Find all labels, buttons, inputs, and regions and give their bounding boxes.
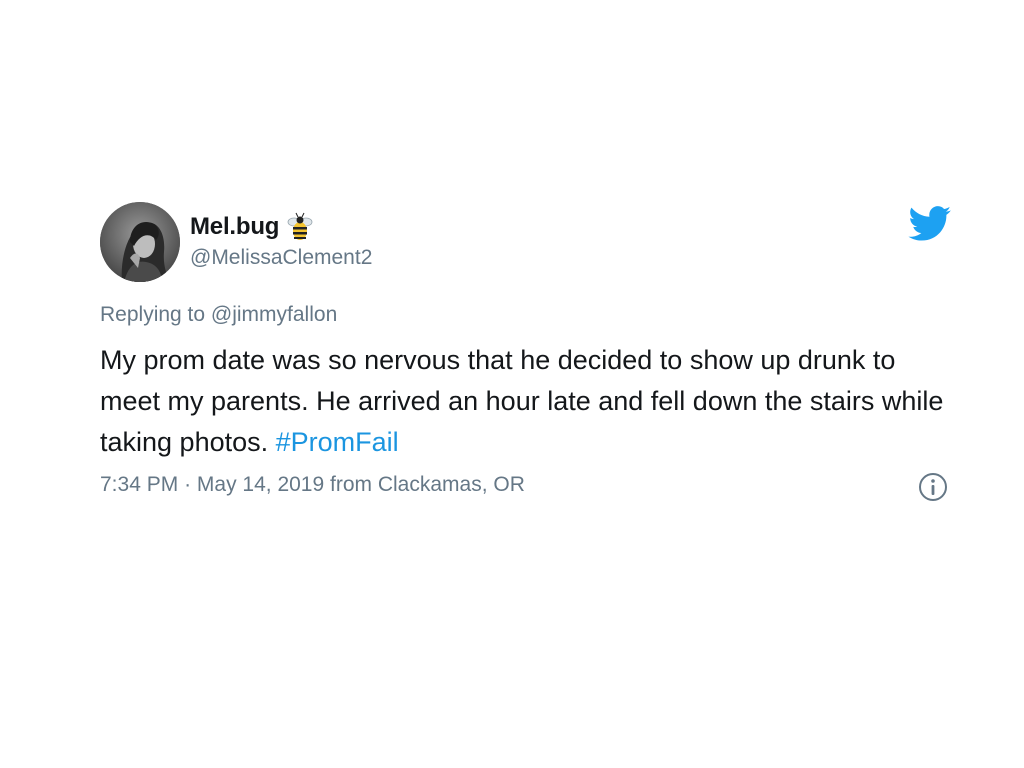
reply-prefix: Replying to — [100, 303, 206, 326]
info-icon[interactable] — [917, 471, 949, 503]
tweet-time[interactable]: 7:34 PM — [100, 473, 178, 496]
display-name-row: Mel.bug — [190, 210, 313, 244]
meta-separator: · — [184, 473, 192, 496]
tweet-text: My prom date was so nervous that he deci… — [100, 340, 960, 463]
tweet-meta: 7:34 PM · May 14, 2019 from Clackamas, O… — [100, 473, 525, 497]
reply-context: Replying to @jimmyfallon — [100, 303, 337, 327]
bee-icon — [287, 212, 313, 242]
user-handle[interactable]: @MelissaClement2 — [190, 246, 372, 270]
twitter-bird-icon[interactable] — [908, 206, 952, 242]
avatar-photo — [100, 202, 180, 282]
reply-mention-link[interactable]: @jimmyfallon — [211, 303, 337, 326]
tweet-card: Mel.bug @MelissaClement2 Replying to @ji… — [0, 0, 1024, 768]
tweet-date-location[interactable]: May 14, 2019 from Clackamas, OR — [197, 473, 525, 496]
tweet-body: My prom date was so nervous that he deci… — [100, 345, 944, 457]
display-name[interactable]: Mel.bug — [190, 213, 279, 241]
hashtag-link[interactable]: #PromFail — [276, 427, 399, 457]
avatar[interactable] — [100, 202, 180, 282]
